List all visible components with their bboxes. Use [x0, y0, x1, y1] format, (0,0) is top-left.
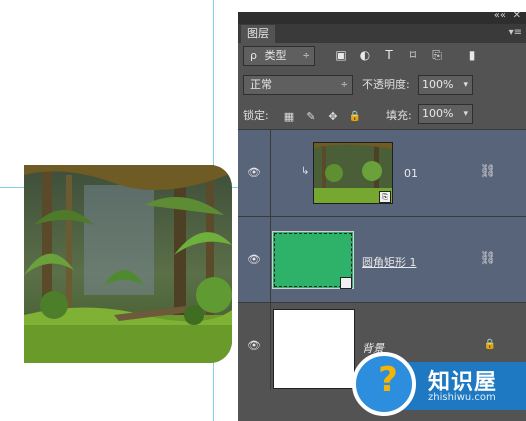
- background-thumbnail: [273, 309, 355, 389]
- smart-object-badge-icon: ⎘: [379, 191, 391, 203]
- pixel-layer-filter-icon[interactable]: ▣: [333, 46, 349, 64]
- chevron-down-icon: ÷: [302, 51, 310, 61]
- chevron-down-icon[interactable]: ▾: [463, 105, 468, 123]
- collapse-icon[interactable]: ««: [494, 10, 506, 21]
- layer-row-01[interactable]: 👁 ↳ ⎘ 01 ⛓: [238, 129, 526, 216]
- visibility-column: 👁: [238, 217, 271, 302]
- eye-icon[interactable]: 👁: [247, 253, 261, 266]
- vector-mask-badge-icon: [340, 277, 352, 289]
- lock-all-icon[interactable]: 🔒: [348, 110, 362, 124]
- clipping-arrow-icon: ↳: [301, 166, 310, 177]
- clipped-jungle-image: [24, 165, 232, 363]
- jungle-artwork: [24, 165, 232, 363]
- opacity-field[interactable]: 100% ▾: [418, 75, 473, 95]
- layer-name[interactable]: 圆角矩形 1: [362, 254, 417, 270]
- logo-circle: ?: [352, 352, 416, 416]
- visibility-column: 👁: [238, 303, 271, 390]
- link-icon[interactable]: ⛓: [479, 251, 496, 266]
- lock-icon: 🔒: [483, 339, 496, 350]
- chevron-down-icon: ÷: [340, 80, 348, 90]
- lock-label: 锁定:: [243, 109, 269, 122]
- chevron-down-icon[interactable]: ▾: [463, 76, 468, 94]
- smart-object-filter-icon[interactable]: ⎘: [429, 46, 445, 64]
- fill-field[interactable]: 100% ▾: [418, 104, 473, 124]
- lock-paint-icon[interactable]: ✎: [304, 110, 318, 124]
- blend-mode-value: 正常: [250, 78, 272, 91]
- blend-mode-select[interactable]: 正常 ÷: [243, 75, 353, 95]
- panel-tab-row: 图层 ▾≡: [238, 24, 526, 43]
- filter-toggle-icon[interactable]: ▮: [464, 46, 480, 64]
- layer-row-rounded-rect[interactable]: 👁 圆角矩形 1 ⛓: [238, 216, 526, 302]
- opacity-value: 100%: [422, 78, 454, 91]
- close-icon[interactable]: ✕: [513, 10, 521, 21]
- opacity-label: 不透明度:: [362, 78, 410, 91]
- eye-icon[interactable]: 👁: [247, 166, 261, 179]
- logo-subtitle: zhishiwu.com: [428, 392, 496, 403]
- link-icon[interactable]: ⛓: [479, 164, 496, 179]
- panel-titlebar: «« ✕: [238, 10, 526, 24]
- filter-kind-label: 类型: [264, 49, 287, 62]
- lock-position-icon[interactable]: ✥: [326, 110, 340, 124]
- search-icon: ρ: [250, 49, 257, 62]
- filter-kind-select[interactable]: ρ 类型 ÷: [243, 46, 315, 66]
- visibility-column: 👁: [238, 130, 271, 216]
- fill-value: 100%: [422, 107, 454, 120]
- tab-layers[interactable]: 图层: [241, 25, 275, 43]
- watermark-logo: ? 知识屋 zhishiwu.com: [352, 352, 526, 416]
- lock-pixels-icon[interactable]: ▦: [282, 110, 296, 124]
- shape-layer-filter-icon[interactable]: ⌑: [405, 46, 421, 64]
- question-mark-icon: ?: [378, 360, 398, 400]
- type-layer-filter-icon[interactable]: T: [381, 46, 397, 64]
- eye-icon[interactable]: 👁: [247, 339, 261, 352]
- layer-name[interactable]: 01: [404, 167, 418, 180]
- adjustment-layer-filter-icon[interactable]: ◐: [357, 46, 373, 64]
- panel-menu-icon[interactable]: ▾≡: [509, 27, 522, 38]
- fill-label: 填充:: [386, 109, 412, 122]
